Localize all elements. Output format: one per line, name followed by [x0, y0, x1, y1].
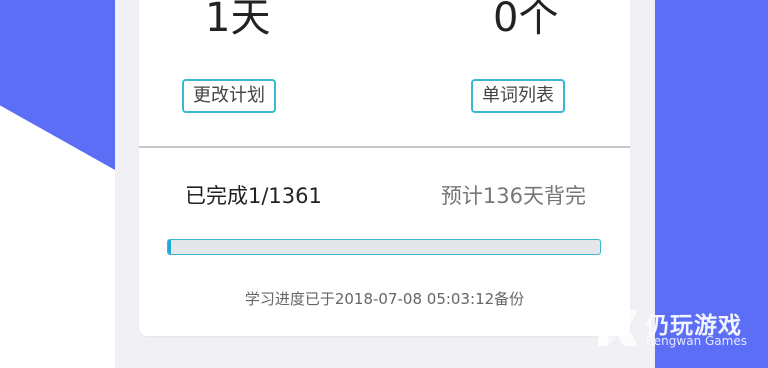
words-learned-value: 0个 [493, 0, 559, 41]
study-days-value: 1天 [205, 0, 271, 41]
background-blue-shape-left [0, 0, 115, 170]
watermark-name-en: Rengwan Games [646, 334, 747, 348]
completed-count: 已完成1/1361 [185, 184, 322, 208]
word-list-button[interactable]: 单词列表 [471, 79, 565, 113]
divider [139, 146, 630, 148]
backup-status: 学习进度已于2018-07-08 05:03:12备份 [244, 290, 525, 308]
rengwan-logo-icon [598, 310, 638, 346]
study-plan-card: 1天 0个 更改计划 单词列表 已完成1/1361 预计136天背完 学习进度已… [139, 0, 630, 336]
change-plan-button[interactable]: 更改计划 [182, 79, 276, 113]
progress-bar [167, 239, 601, 255]
watermark: 仍玩游戏 Rengwan Games [594, 304, 764, 354]
app-screen: 1天 0个 更改计划 单词列表 已完成1/1361 预计136天背完 学习进度已… [115, 0, 655, 368]
progress-bar-fill [168, 240, 171, 254]
estimated-days: 预计136天背完 [440, 184, 586, 208]
